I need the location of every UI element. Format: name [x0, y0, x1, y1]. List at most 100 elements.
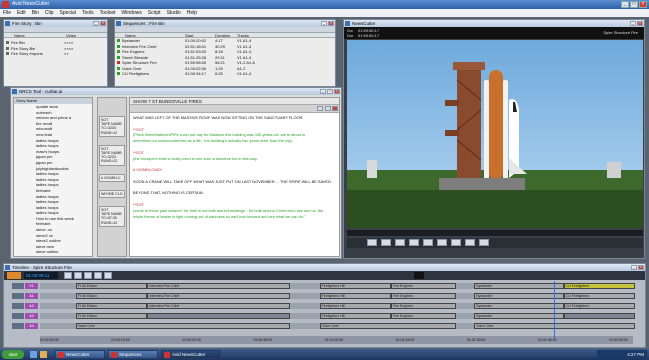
tool-button[interactable]	[74, 272, 82, 279]
bin-row[interactable]: Fire Story Imports ××	[4, 51, 107, 57]
cue-block[interactable]: WHYBE CLO	[99, 189, 125, 199]
timeline-clip[interactable]: FI Ab Ellison	[75, 313, 148, 319]
menu-bin[interactable]: Bin	[32, 9, 39, 17]
overwrite-button[interactable]	[479, 239, 489, 246]
menu-windows[interactable]: Windows	[121, 9, 141, 17]
timeline-clip[interactable]: Fire Engines	[391, 283, 457, 289]
track-header[interactable]: A4	[12, 323, 38, 329]
timeline-clip[interactable]: Interview Fire Chief	[147, 303, 290, 309]
position-bar[interactable]	[347, 230, 643, 236]
cue-block[interactable]: SOT TAPE NUMB TC=3223 RUNS=22	[99, 144, 125, 166]
minimize-button[interactable]: _	[630, 21, 636, 26]
mark-in-button[interactable]	[437, 239, 447, 246]
playhead[interactable]	[554, 281, 555, 341]
track-selector[interactable]	[12, 303, 24, 309]
rewind-button[interactable]	[367, 239, 377, 246]
track-selector[interactable]	[12, 323, 24, 329]
minimize-button[interactable]: _	[321, 21, 327, 26]
play-button[interactable]	[395, 239, 405, 246]
tool-button[interactable]	[94, 272, 102, 279]
timeline-ruler: 01:00:00:00 01:00:15:00 01:00:30:00 01:00:4…	[40, 336, 633, 344]
close-button[interactable]: ×	[639, 1, 647, 8]
timeline-clip[interactable]: Voice Over	[75, 323, 290, 329]
script-option-button[interactable]	[325, 106, 331, 111]
menu-file[interactable]: File	[3, 9, 11, 17]
script-editor[interactable]: SHOW 7 ST BUNDOVILLE FIRES WHAT WAS LEFT…	[129, 97, 340, 257]
start-button[interactable]: start	[2, 350, 24, 359]
timeline-clip[interactable]: Interview Fire Chief	[147, 283, 290, 289]
timeline-clip[interactable]: CU Firefighters	[563, 303, 635, 309]
timeline-clip[interactable]	[563, 313, 635, 319]
fire-story-bin-window: Fire Story : Bin _ × Name Video Fire Bin ×…	[3, 19, 108, 87]
timeline-clip[interactable]: Firefighters Hill	[319, 303, 392, 309]
fast-forward-button[interactable]	[423, 239, 433, 246]
track-header[interactable]: A3	[12, 313, 38, 319]
timeline-clip[interactable]: Firefighters Hill	[319, 283, 392, 289]
taskbar-avid-newscutter[interactable]: Avid NewsCutter	[161, 350, 221, 359]
close-button[interactable]: ×	[100, 21, 106, 26]
track-header[interactable]: A2	[12, 303, 38, 309]
timeline-clip[interactable]: Fire Engines	[391, 303, 457, 309]
step-back-button[interactable]	[381, 239, 391, 246]
timeline-clip[interactable]: Bystander	[474, 293, 564, 299]
cue-line: WHYBE CLO	[101, 191, 123, 196]
timeline-clip[interactable]: Firefighters Hill	[319, 293, 392, 299]
menu-help[interactable]: Help	[187, 9, 197, 17]
menu-edit[interactable]: Edit	[17, 9, 26, 17]
minimize-button[interactable]: _	[93, 21, 99, 26]
cue-block[interactable]: SOT TAPE NUMB TC=57:30 RUNS=12	[99, 206, 125, 227]
timeline-clip[interactable]: FI Ab Ellison	[75, 283, 148, 289]
splice-button[interactable]	[465, 239, 475, 246]
close-button[interactable]: ×	[637, 21, 643, 26]
maximize-button[interactable]: □	[630, 1, 638, 8]
close-button[interactable]: ×	[638, 265, 644, 270]
timeline-clip[interactable]: Firefighters Hill	[319, 313, 392, 319]
timeline-clip[interactable]: CU Firefighters	[563, 283, 635, 289]
monitor-icon	[345, 21, 350, 26]
tool-button[interactable]	[64, 272, 72, 279]
timeline-clip[interactable]: CU Firefighters	[563, 293, 635, 299]
minimize-button[interactable]: _	[621, 1, 629, 8]
menu-tools[interactable]: Tools	[82, 9, 94, 17]
timeline-clip[interactable]: Fire Engines	[391, 313, 457, 319]
track-selector[interactable]	[12, 313, 24, 319]
menu-special[interactable]: Special	[60, 9, 76, 17]
mark-out-button[interactable]	[451, 239, 461, 246]
quicklaunch-icon[interactable]	[30, 351, 37, 358]
step-forward-button[interactable]	[409, 239, 419, 246]
minimize-button[interactable]: _	[631, 265, 637, 270]
script-option-button[interactable]	[317, 106, 323, 111]
taskbar-newscutter[interactable]: NewsCutter	[55, 350, 105, 359]
sequence-row[interactable]: CU Firefighters 01:00:34:17 6:25 V1 A1-4	[115, 71, 335, 77]
minimize-button[interactable]: _	[320, 89, 326, 94]
track-selector[interactable]	[12, 283, 24, 289]
menu-script[interactable]: Script	[148, 9, 161, 17]
story-list-item[interactable]: steve outline	[14, 249, 92, 255]
menu-studio[interactable]: Studio	[167, 9, 181, 17]
cue-block[interactable]: SOT TAPE NUMB TC=3234 RUNS=12	[99, 116, 125, 137]
timeline-clip[interactable]: Bystander	[474, 313, 564, 319]
script-tool-title: NRCS Tool - curbar.ai _ □ ×	[11, 88, 341, 95]
timeline-clip[interactable]: FI Ab Ellison	[75, 303, 148, 309]
track-header[interactable]: V1	[12, 283, 38, 289]
cue-block[interactable]: # VO/MIN-C	[99, 173, 125, 182]
menu-clip[interactable]: Clip	[45, 9, 54, 17]
tool-button[interactable]	[84, 272, 92, 279]
timeline-clip[interactable]: Voice Over	[319, 323, 457, 329]
close-icon[interactable]	[332, 106, 338, 111]
quicklaunch-icon[interactable]	[40, 351, 47, 358]
maximize-button[interactable]: □	[327, 89, 333, 94]
taskbar-sequences[interactable]: Sequences	[108, 350, 158, 359]
timeline-clip[interactable]: Fire Engines	[391, 293, 457, 299]
close-button[interactable]: ×	[328, 21, 334, 26]
timeline-clip[interactable]	[147, 313, 290, 319]
timeline-clip[interactable]: Bystander	[474, 283, 564, 289]
track-selector[interactable]	[12, 293, 24, 299]
track-header[interactable]: A1	[12, 293, 38, 299]
tool-button[interactable]	[104, 272, 112, 279]
timeline-clip[interactable]: FI Ab Ellison	[75, 293, 148, 299]
close-button[interactable]: ×	[334, 89, 340, 94]
timeline-clip[interactable]: Interview Fire Chief	[147, 293, 290, 299]
timeline-clip[interactable]: Bystander	[474, 303, 564, 309]
menu-toolset[interactable]: Toolset	[100, 9, 116, 17]
